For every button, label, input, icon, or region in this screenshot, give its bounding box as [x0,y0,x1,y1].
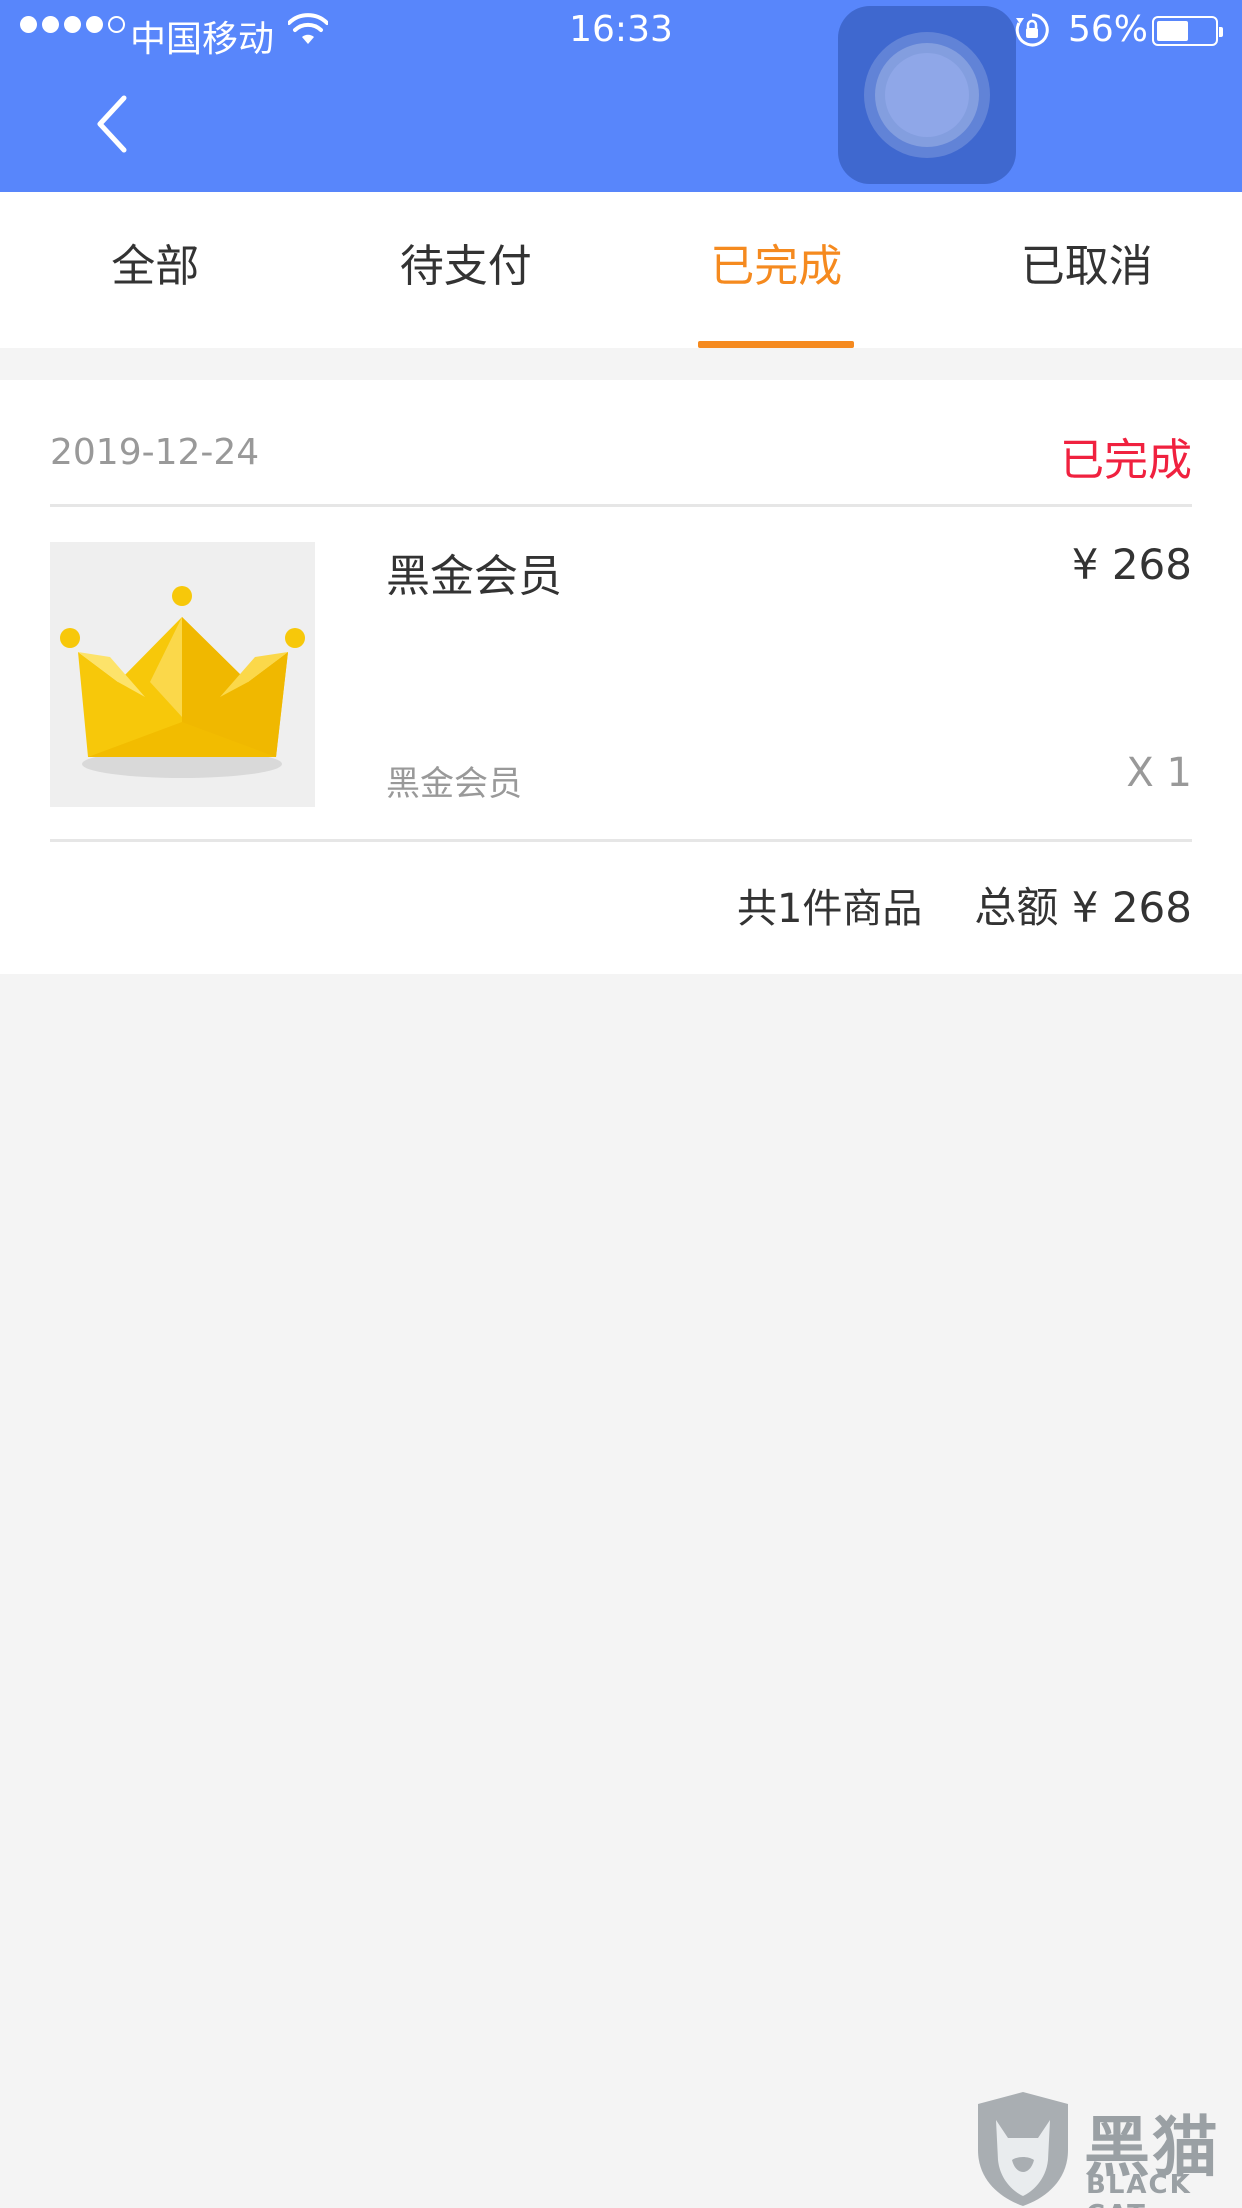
watermark-subtitle: BLACK CAT [1086,2170,1192,2208]
item-count: 共1件商品 [736,886,923,932]
active-tab-indicator [698,341,855,348]
divider [50,504,1192,507]
tab-label: 已完成 [710,241,843,292]
crown-icon [60,586,305,778]
rotation-lock-icon [1015,13,1049,47]
status-time: 16:33 [569,9,673,50]
order-list-page: 中国移动 16:33 56% 全部 待支付 已完成 已取消 2019-12-24… [0,0,1242,2208]
order-summary: 共1件商品 总额 ¥ 268 [737,874,1192,935]
tab-label: 全部 [111,241,200,292]
tab-all[interactable]: 全部 [0,192,311,348]
product-name: 黑金会员 [386,551,562,602]
order-card[interactable]: 2019-12-24 已完成 黑金会员 黑金会员 ¥ 268 X 1 共1件商品 [0,380,1242,974]
back-button[interactable] [90,92,140,156]
cat-shield-icon [978,2092,1068,2206]
battery-percent: 56% [1068,9,1149,50]
order-status-badge: 已完成 [1060,435,1192,486]
order-date: 2019-12-24 [50,432,260,473]
tab-cancelled[interactable]: 已取消 [932,192,1242,348]
product-image[interactable] [50,542,315,807]
tab-pending-payment[interactable]: 待支付 [311,192,622,348]
order-total: 总额 ¥ 268 [974,883,1192,932]
chevron-left-icon [97,95,127,153]
battery-icon [1152,16,1223,46]
product-price: ¥ 268 [1071,540,1192,589]
assistive-touch-button[interactable] [838,6,1016,184]
tab-label: 待支付 [399,241,532,292]
tab-completed[interactable]: 已完成 [621,192,932,348]
tab-label: 已取消 [1020,241,1153,292]
product-quantity: X 1 [1126,750,1192,796]
status-bar: 中国移动 16:33 56% [0,0,1242,62]
divider [50,839,1192,842]
product-subtitle: 黑金会员 [386,764,522,804]
header-bar: 中国移动 16:33 56% [0,0,1242,192]
black-cat-watermark: 黑猫 BLACK CAT [968,2090,1242,2208]
order-status-tabs: 全部 待支付 已完成 已取消 [0,192,1242,348]
